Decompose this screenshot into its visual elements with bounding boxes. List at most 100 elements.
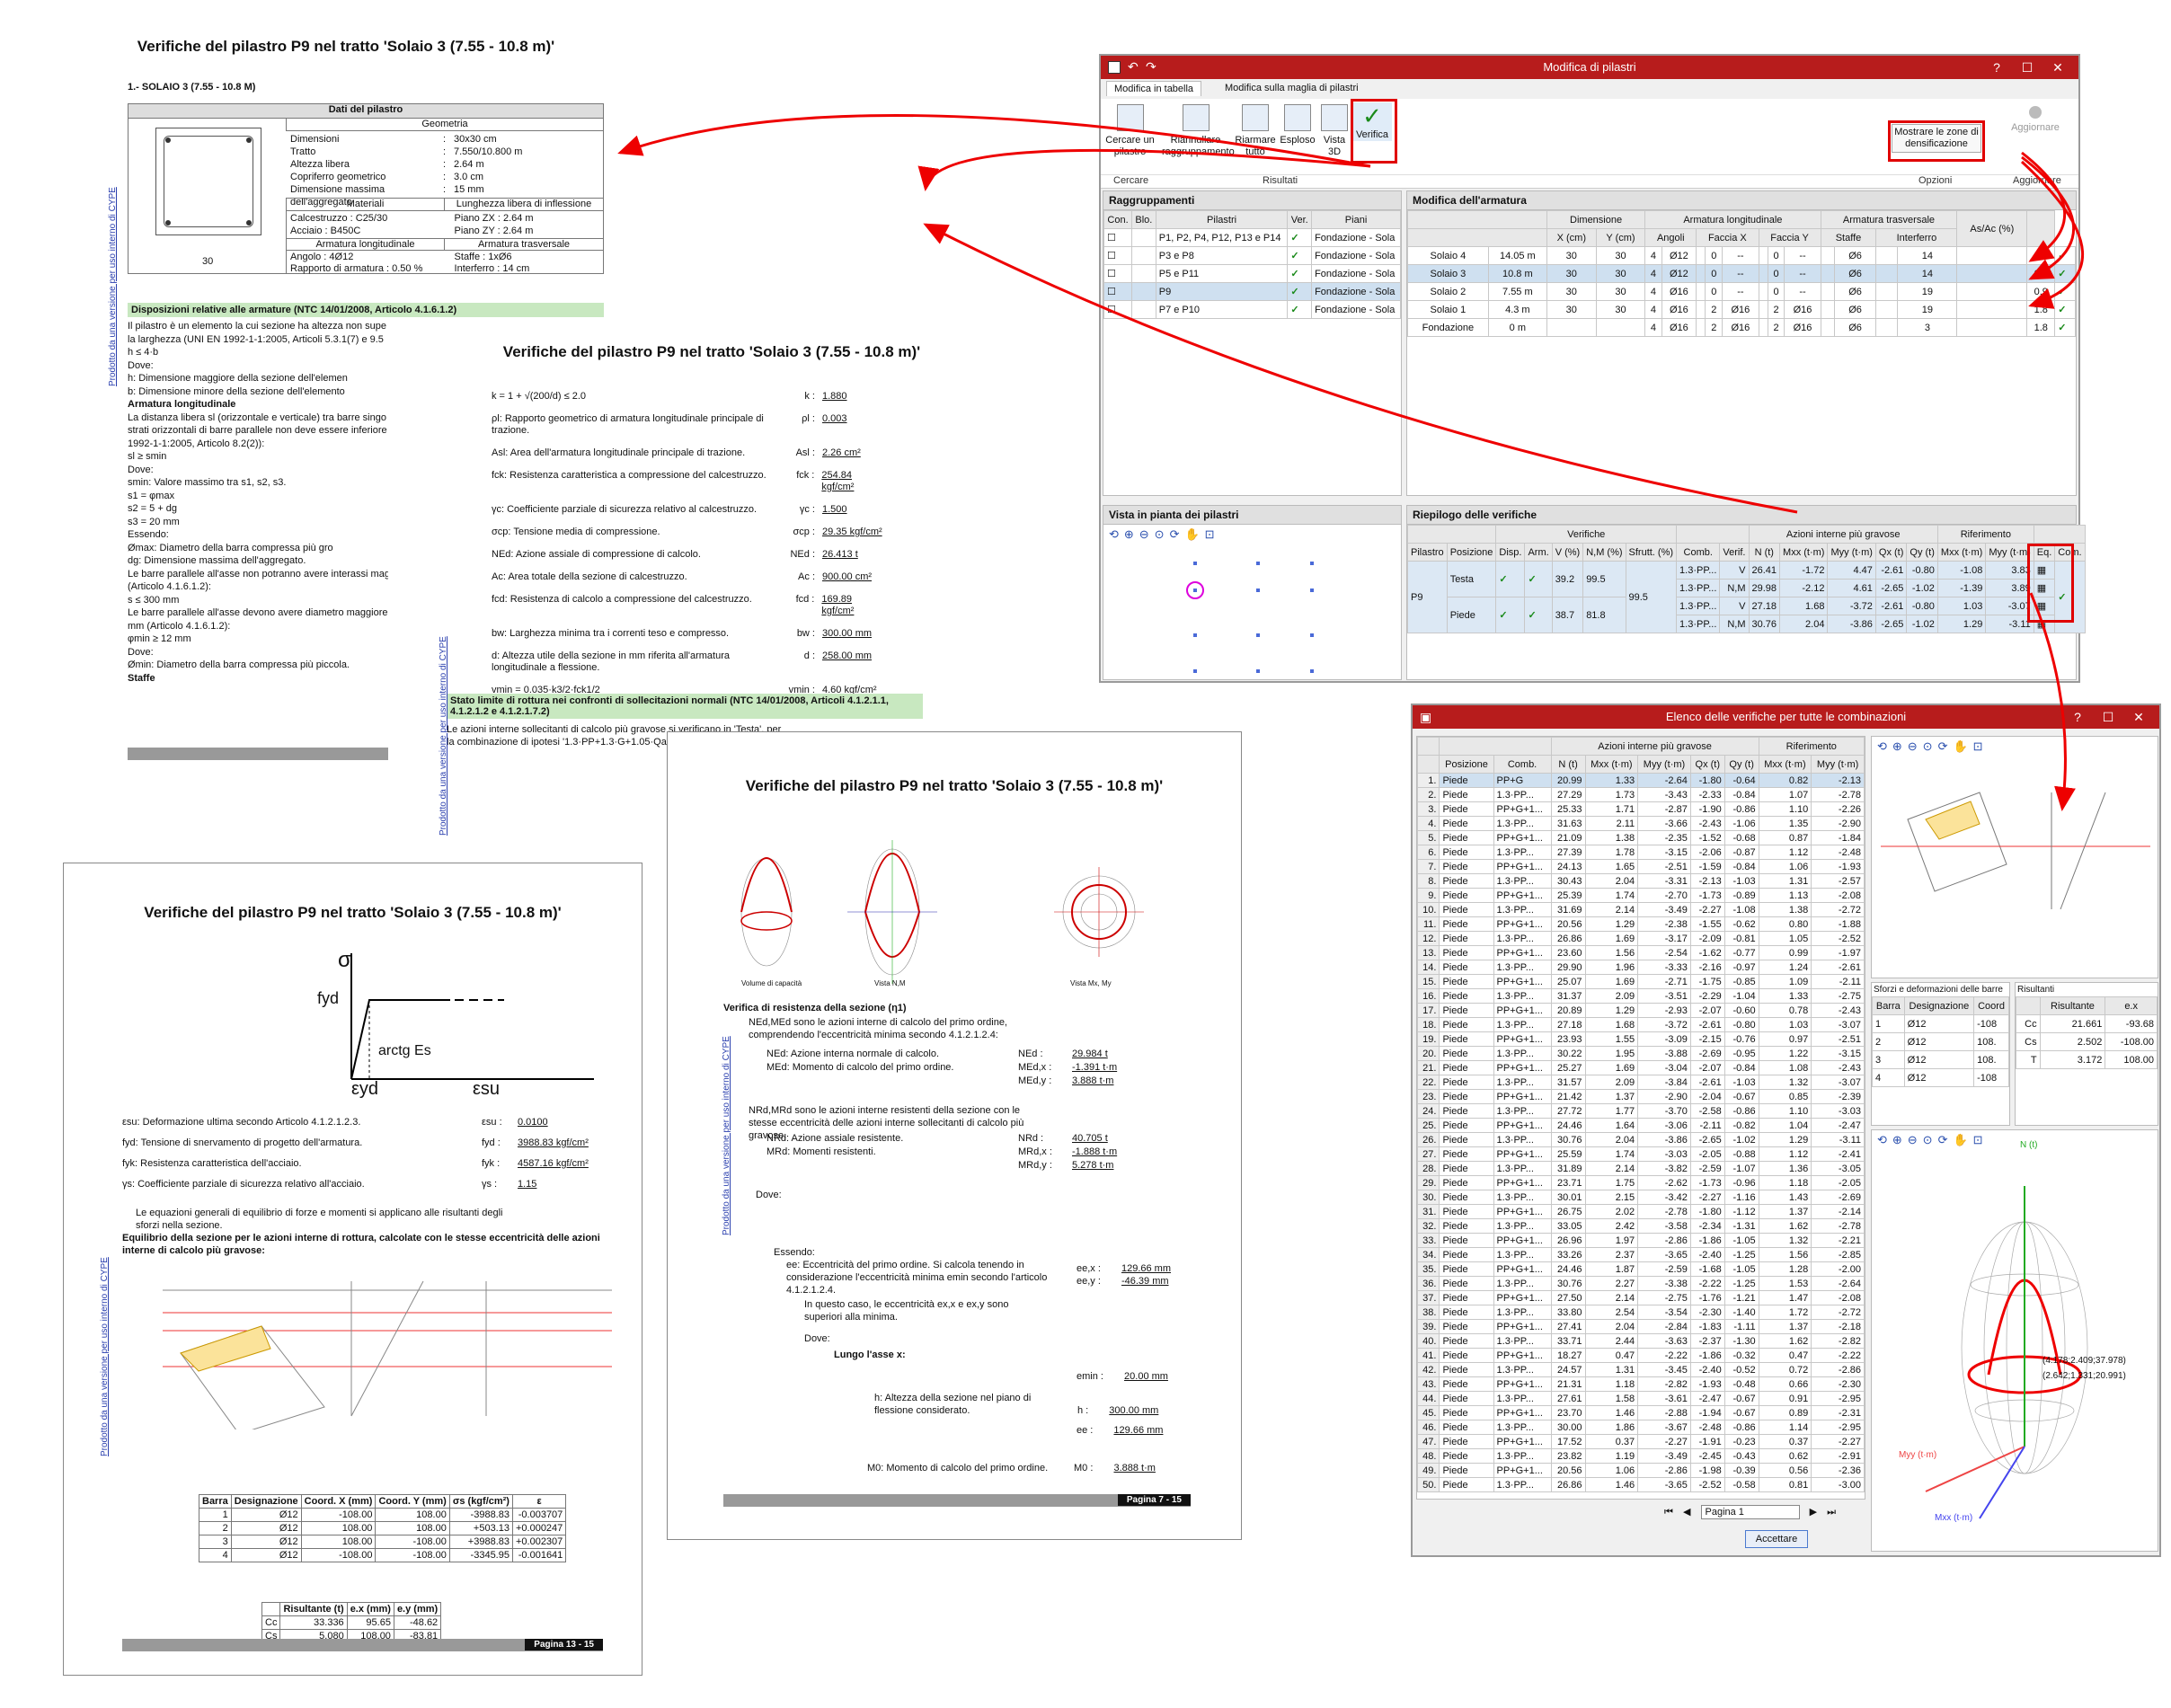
table-row[interactable]: 38. Piede 1.3·PP... 33.80 2.54 -3.54 -2.30 -1.4… [1417,1305,1865,1320]
tab-grid[interactable]: Modifica sulla maglia di pilastri [1218,81,1366,95]
table-row[interactable]: 12. Piede 1.3·PP... 26.86 1.69 -3.17 -2.09 -0.8… [1417,931,1865,946]
checkbox[interactable]: ☐ [1103,264,1133,283]
table-row[interactable]: 13. Piede PP+G+1... 23.60 1.56 -2.54 -1.62 -0.7… [1417,945,1865,960]
table-row[interactable]: 41. Piede PP+G+1... 18.27 0.47 -2.22 -1.86 -0.3… [1417,1348,1865,1363]
last-page-icon[interactable]: ⏭ [1827,1507,1836,1518]
table-row[interactable]: 29. Piede PP+G+1... 23.71 1.75 -2.62 -1.73 -0.9… [1417,1175,1865,1190]
equations-text: Le equazioni generali di equilibrio di f… [136,1208,503,1231]
floor-row[interactable]: Fondazione 0 m 4 Ø16 2 Ø16 2 Ø16 Ø6 3 1.8 ✓ [1407,318,2076,337]
prev-page-icon[interactable]: ◀ [1683,1507,1690,1518]
table-row[interactable]: 27. Piede PP+G+1... 25.59 1.74 -3.03 -2.05 -0.8… [1417,1146,1865,1162]
table-row[interactable]: 22. Piede 1.3·PP... 31.57 2.09 -3.84 -2.61 -1.0… [1417,1075,1865,1090]
table-row[interactable]: 10. Piede 1.3·PP... 31.69 2.14 -3.49 -2.27 -1.0… [1417,902,1865,917]
table-row[interactable]: 39. Piede PP+G+1... 27.41 2.04 -2.84 -1.83 -1.1… [1417,1319,1865,1334]
floor-row[interactable]: Solaio 2 7.55 m 30 30 4 Ø16 0 -- 0 -- Ø6 19 0.9 ✓ [1407,282,2076,301]
bar-row[interactable]: 1 Ø12 -108 [1872,1014,2009,1033]
page-select[interactable]: Pagina 1 [1700,1505,1800,1519]
table-row[interactable]: 18. Piede 1.3·PP... 27.18 1.68 -3.72 -2.61 -0.8… [1417,1017,1865,1032]
table-row[interactable]: 43. Piede PP+G+1... 21.31 1.18 -2.82 -1.93 -0.4… [1417,1376,1865,1392]
table-row[interactable]: 24. Piede 1.3·PP... 27.72 1.77 -3.70 -2.58 -0.8… [1417,1103,1865,1119]
table-row[interactable]: 37. Piede PP+G+1... 27.50 2.14 -2.75 -1.76 -1.2… [1417,1290,1865,1305]
update-button[interactable]: Aggiornare [2008,106,2062,134]
table-row[interactable]: 28. Piede 1.3·PP... 31.89 2.14 -3.82 -2.59 -1.0… [1417,1161,1865,1176]
ee-x: ee,x : 129.66 mm [1077,1263,1171,1274]
bar-row[interactable]: 4 Ø12 -108 [1872,1068,2009,1087]
view3d-button[interactable]: Vista 3D [1318,104,1351,158]
table-row[interactable]: 48. Piede 1.3·PP... 23.82 1.19 -3.49 -2.45 -0.4… [1417,1448,1865,1464]
table-row[interactable]: 23. Piede PP+G+1... 21.42 1.37 -2.90 -2.04 -0.6… [1417,1089,1865,1104]
table-row[interactable]: 49. Piede PP+G+1... 20.56 1.06 -2.86 -1.98 -0.3… [1417,1463,1865,1478]
table-row[interactable]: 34. Piede 1.3·PP... 33.26 2.37 -3.65 -2.40 -1.2… [1417,1247,1865,1262]
table-row[interactable]: 31. Piede PP+G+1... 26.75 2.02 -2.78 -1.80 -1.1… [1417,1204,1865,1219]
table-row[interactable]: 11. Piede PP+G+1... 20.56 1.29 -2.38 -1.55 -0.6… [1417,916,1865,932]
grouping-row[interactable]: ☐ P1, P2, P4, P12, P13 e P14 ✓ Fondazione -… [1103,228,1401,247]
pager: ⏮ ◀ Pagina 1 ▶ ⏭ [1664,1505,1836,1519]
table-row[interactable]: 32. Piede 1.3·PP... 33.05 2.42 -3.58 -2.34 -1.3… [1417,1218,1865,1234]
checkbox[interactable]: ☐ [1103,246,1133,265]
table-row[interactable]: 7. Piede PP+G+1... 24.13 1.65 -2.51 -1.59 -0.84… [1417,859,1865,874]
riep-col: Myy (t·m) [1827,543,1876,562]
table-row[interactable]: 8. Piede 1.3·PP... 30.43 2.04 -3.31 -2.13 -1.03… [1417,873,1865,889]
grouping-row[interactable]: ☐ P3 e P8 ✓ Fondazione - Sola [1103,246,1401,265]
table-row[interactable]: 9. Piede PP+G+1... 25.39 1.74 -2.70 -1.73 -0.89… [1417,888,1865,903]
first-page-icon[interactable]: ⏮ [1664,1507,1673,1518]
table-row[interactable]: 21. Piede PP+G+1... 25.27 1.69 -3.04 -2.07 -0.8… [1417,1060,1865,1075]
table-row[interactable]: 42. Piede 1.3·PP... 24.57 1.31 -3.45 -2.40 -0.5… [1417,1362,1865,1377]
next-page-icon[interactable]: ▶ [1810,1507,1817,1518]
checkbox[interactable]: ☐ [1103,228,1133,247]
floor-row[interactable]: Solaio 4 14.05 m 30 30 4 Ø12 0 -- 0 -- Ø6 14 0.5 ✓ [1407,246,2076,265]
table-row[interactable]: 5. Piede PP+G+1... 21.09 1.38 -2.35 -1.52 -0.68… [1417,830,1865,845]
search-pillar-icon [1116,104,1144,131]
help-button[interactable]: ? [1987,58,2007,76]
help-button[interactable]: ? [2068,708,2087,726]
table-row[interactable]: 6. Piede 1.3·PP... 27.39 1.78 -3.15 -2.06 -0.87… [1417,845,1865,860]
grouping-row[interactable]: ☐ P5 e P11 ✓ Fondazione - Sola [1103,264,1401,283]
table-row[interactable]: 35. Piede PP+G+1... 24.46 1.87 -2.59 -1.68 -1.0… [1417,1261,1865,1277]
table-row[interactable]: 26. Piede 1.3·PP... 30.76 2.04 -3.86 -2.65 -1.0… [1417,1132,1865,1147]
table-row[interactable]: 20. Piede 1.3·PP... 30.22 1.95 -3.88 -2.69 -0.9… [1417,1046,1865,1061]
section-drawing [155,128,261,235]
maximize-button[interactable]: ☐ [2017,58,2037,76]
table-row[interactable]: 16. Piede 1.3·PP... 31.37 2.09 -3.51 -2.29 -1.0… [1417,988,1865,1004]
table-row[interactable]: 25. Piede PP+G+1... 24.46 1.64 -3.06 -2.11 -0.8… [1417,1118,1865,1133]
maximize-button[interactable]: ☐ [2098,708,2118,726]
bar-row[interactable]: 2 Ø12 108. [1872,1032,2009,1051]
table-row[interactable]: 4. Piede 1.3·PP... 31.63 2.11 -3.66 -2.43 -1.06… [1417,816,1865,831]
exploded-button[interactable]: Esploso [1279,104,1316,146]
tab-table[interactable]: Modifica in tabella [1106,81,1202,96]
table-row[interactable]: 15. Piede PP+G+1... 25.07 1.69 -2.71 -1.75 -0.8… [1417,974,1865,989]
rearm-button[interactable]: Riarmare tutto [1234,104,1277,158]
table-row[interactable]: 2. Piede 1.3·PP... 27.29 1.73 -3.43 -2.33 -0.84… [1417,787,1865,802]
materiali-header: Materiali [287,199,445,211]
regroup-button[interactable]: Riannullare raggruppamento [1162,104,1235,158]
close-button[interactable]: ✕ [2048,58,2068,76]
riep-col: N,M (%) [1582,543,1626,562]
table-row[interactable]: 46. Piede 1.3·PP... 30.00 1.86 -3.67 -2.48 -0.8… [1417,1420,1865,1435]
table-row[interactable]: 3. Piede PP+G+1... 25.33 1.71 -2.87 -1.90 -0.86… [1417,801,1865,817]
table-row[interactable]: 30. Piede 1.3·PP... 30.01 2.15 -3.42 -2.27 -1.1… [1417,1190,1865,1205]
bar-row[interactable]: 3 Ø12 108. [1872,1050,2009,1069]
table-row[interactable]: 14. Piede 1.3·PP... 29.90 1.96 -3.33 -2.16 -0.9… [1417,960,1865,975]
table-row[interactable]: 44. Piede 1.3·PP... 27.61 1.58 -3.61 -2.47 -0.6… [1417,1391,1865,1406]
table-row[interactable]: 47. Piede PP+G+1... 17.52 0.37 -2.27 -1.91 -0.2… [1417,1434,1865,1449]
table-row[interactable]: 17. Piede PP+G+1... 20.89 1.29 -2.93 -2.07 -0.6… [1417,1003,1865,1018]
floor-row[interactable]: Solaio 3 10.8 m 30 30 4 Ø12 0 -- 0 -- Ø6 14 0.5 ✓ [1407,264,2076,283]
search-pillar-button[interactable]: Cercare un pilastro [1105,104,1155,158]
checkbox[interactable]: ☐ [1103,300,1133,319]
table-row[interactable]: 33. Piede PP+G+1... 26.96 1.97 -2.86 -1.86 -1.0… [1417,1233,1865,1248]
table-row[interactable]: 1. Piede PP+G 20.99 1.33 -2.64 -1.80 -0.64 0.82-… [1417,773,1865,788]
plan-view[interactable] [1103,553,1400,678]
table-row[interactable]: 36. Piede 1.3·PP... 30.76 2.27 -3.38 -2.22 -1.2… [1417,1276,1865,1291]
grouping-row[interactable]: ☐ P7 e P10 ✓ Fondazione - Sola [1103,300,1401,319]
table-row[interactable]: 45. Piede PP+G+1... 23.70 1.46 -2.88 -1.94 -0.6… [1417,1405,1865,1420]
section-equilibrium-drawing [163,1280,612,1429]
formula-row: fcd: Resistenza di calcolo a compression… [492,594,855,616]
table-row[interactable]: 40. Piede 1.3·PP... 33.71 2.44 -3.63 -2.37 -1.3… [1417,1333,1865,1349]
grouping-row[interactable]: ☐ P9 ✓ Fondazione - Sola [1103,282,1401,301]
table-row[interactable]: 19. Piede PP+G+1... 23.93 1.55 -3.09 -2.15 -0.7… [1417,1031,1865,1047]
accept-button[interactable]: Accettare [1745,1530,1808,1548]
floor-row[interactable]: Solaio 1 4.3 m 30 30 4 Ø16 2 Ø16 2 Ø16 Ø6 19 1.8 ✓ [1407,300,2076,319]
table-row[interactable]: 50. Piede 1.3·PP... 26.86 1.46 -3.65 -2.52 -0.5… [1417,1477,1865,1492]
checkbox[interactable]: ☐ [1103,282,1133,301]
close-button[interactable]: ✕ [2129,708,2149,726]
